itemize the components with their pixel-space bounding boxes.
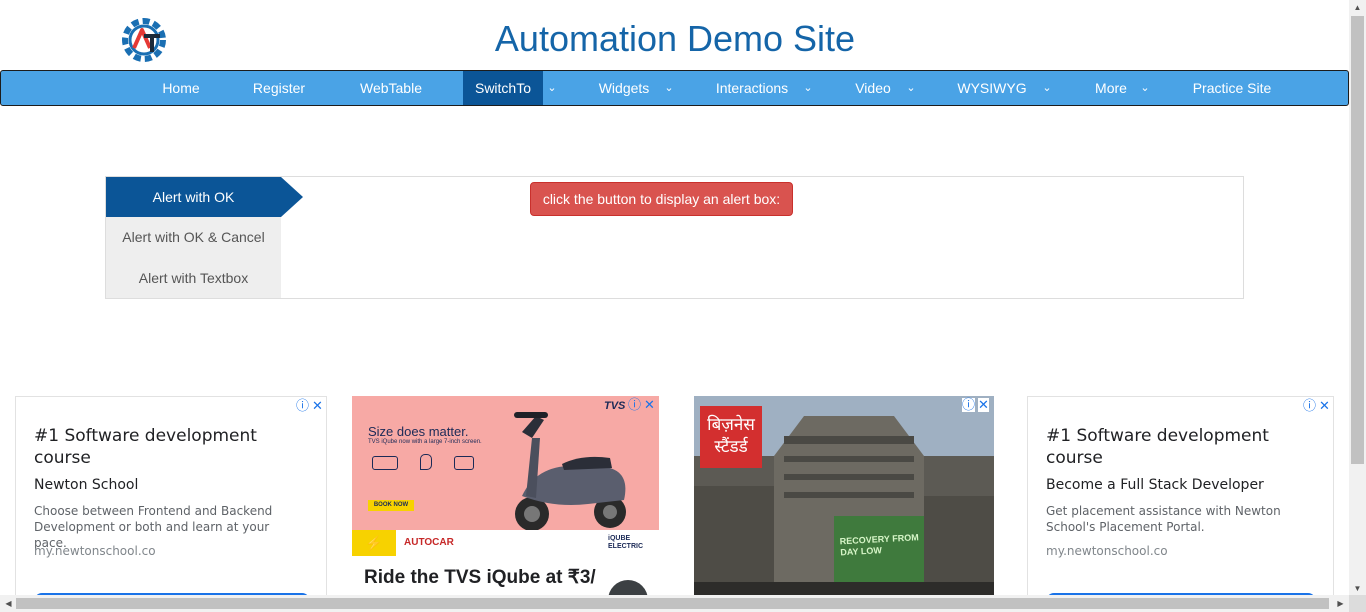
vertical-scrollbar[interactable]: ▲ ▼ (1349, 0, 1366, 597)
close-icon[interactable]: ✕ (312, 399, 323, 413)
ad-partner: AUTOCAR (404, 537, 454, 548)
nav-practice-site[interactable]: Practice Site (1179, 71, 1285, 105)
tab-alert-ok-cancel[interactable]: Alert with OK & Cancel (106, 217, 281, 257)
ad-description: Get placement assistance with Newton Sch… (1046, 504, 1281, 534)
scroll-left-icon[interactable]: ◀ (0, 599, 17, 608)
scroll-up-icon[interactable]: ▲ (1349, 3, 1366, 12)
location-icon (420, 454, 432, 470)
nav-widgets[interactable]: Widgets (586, 71, 662, 105)
page-title: Automation Demo Site (494, 18, 856, 59)
nav-register[interactable]: Register (241, 71, 317, 105)
alert-tabs: Alert with OK Alert with OK & Cancel Ale… (106, 177, 303, 298)
nav-interactions[interactable]: Interactions (701, 71, 803, 105)
ad-tvs-iqube[interactable]: TVS ⓘ ✕ Size does matter. TVS iQube now … (352, 396, 659, 606)
chevron-down-icon[interactable]: ⌄ (799, 71, 817, 105)
ad-sponsor: Newton School (34, 477, 139, 493)
book-now-button[interactable]: BOOK NOW (368, 500, 414, 511)
horizontal-scrollbar[interactable]: ◀ ▶ (0, 595, 1349, 612)
ad-newton-school-placement[interactable]: ⓘ ✕ #1 Software development course Becom… (1027, 396, 1334, 606)
info-icon[interactable]: ⓘ (1303, 399, 1316, 413)
scooter-image (514, 412, 626, 531)
display-alert-button[interactable]: click the button to display an alert box… (530, 182, 793, 216)
ad-product-logo: iQUBE ELECTRIC (608, 535, 643, 550)
ad-headline[interactable]: #1 Software development course (34, 425, 294, 469)
ad-sponsor: Become a Full Stack Developer (1046, 477, 1264, 493)
close-icon[interactable]: ✕ (1319, 399, 1330, 413)
vertical-scroll-thumb[interactable] (1351, 16, 1364, 464)
nav-switchto[interactable]: SwitchTo (463, 71, 543, 105)
screen-icon (372, 456, 398, 470)
ad-newton-school[interactable]: ⓘ ✕ #1 Software development course Newto… (15, 396, 327, 606)
chevron-down-icon[interactable]: ⌄ (660, 71, 678, 105)
nav-wysiwyg[interactable]: WYSIWYG (945, 71, 1039, 105)
ad-brand: बिज़नेस स्टैंडर्ड (700, 406, 762, 468)
info-icon[interactable]: ⓘ (962, 398, 976, 412)
close-icon[interactable]: ✕ (978, 398, 989, 412)
ad-tagline: Size does matter. (368, 424, 469, 439)
chevron-down-icon[interactable]: ⌄ (1136, 71, 1154, 105)
nav-more[interactable]: More (1083, 71, 1139, 105)
ad-headline[interactable]: #1 Software development course (1046, 425, 1306, 469)
lightning-icon: ⚡ (352, 530, 396, 556)
charger-icon (454, 456, 474, 470)
active-tab-arrow (281, 177, 303, 217)
nav-video[interactable]: Video (843, 71, 903, 105)
chevron-down-icon[interactable]: ⌄ (1038, 71, 1056, 105)
nav-home[interactable]: Home (148, 71, 214, 105)
ad-url[interactable]: my.newtonschool.co (1046, 544, 1168, 558)
info-icon[interactable]: ⓘ (296, 399, 309, 413)
chevron-down-icon[interactable]: ⌄ (543, 71, 561, 105)
horizontal-scroll-thumb[interactable] (16, 598, 1329, 609)
main-navbar: Home Register WebTable SwitchTo ⌄ Widget… (0, 70, 1349, 106)
ad-headline[interactable]: Ride the TVS iQube at ₹3/ (364, 566, 596, 589)
scroll-down-icon[interactable]: ▼ (1349, 584, 1366, 593)
chevron-down-icon[interactable]: ⌄ (902, 71, 920, 105)
tab-alert-textbox[interactable]: Alert with Textbox (106, 258, 281, 298)
ad-footer-strip: ⚡ AUTOCAR iQUBE ELECTRIC (352, 530, 659, 556)
tab-alert-ok[interactable]: Alert with OK (106, 177, 281, 217)
ad-banner-text: RECOVERY FROM DAY LOW (839, 532, 919, 558)
scroll-right-icon[interactable]: ▶ (1332, 599, 1349, 608)
ad-url[interactable]: my.newtonschool.co (34, 544, 156, 558)
scrollbar-corner (1349, 595, 1366, 612)
ad-business-standard[interactable]: RECOVERY FROM DAY LOW बिज़नेस स्टैंडर्ड … (694, 396, 994, 606)
nav-webtable[interactable]: WebTable (346, 71, 436, 105)
